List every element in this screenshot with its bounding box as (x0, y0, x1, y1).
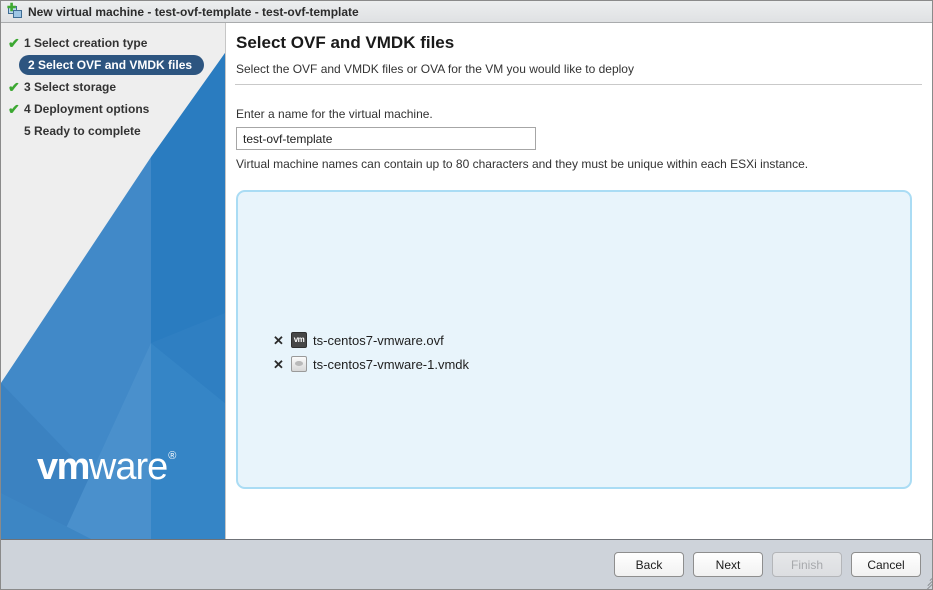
vmware-logo-ware: ware (88, 446, 168, 488)
cancel-button[interactable]: Cancel (851, 552, 921, 577)
dialog-footer: Back Next Finish Cancel (1, 539, 932, 589)
step-check-icon: ✔ (8, 101, 20, 117)
sidebar-step-label: 4 Deployment options (24, 102, 150, 116)
finish-button: Finish (772, 552, 842, 577)
sidebar-step-label: 5 Ready to complete (24, 124, 141, 138)
active-step-pill: 2 Select OVF and VMDK files (19, 55, 205, 75)
vm-name-input[interactable] (236, 127, 536, 150)
remove-file-icon[interactable]: ✕ (273, 358, 291, 371)
sidebar-step-5[interactable]: 5 Ready to complete (1, 120, 225, 142)
vmdk-disk-icon (291, 356, 307, 372)
vmware-logo: vm ware ® (37, 448, 176, 486)
page-subtitle: Select the OVF and VMDK files or OVA for… (236, 62, 634, 76)
registered-trademark-icon: ® (168, 450, 177, 462)
sidebar-step-4[interactable]: ✔ 4 Deployment options (1, 98, 225, 120)
sidebar-step-3[interactable]: ✔ 3 Select storage (1, 76, 225, 98)
new-vm-icon: ✚ (7, 3, 23, 19)
step-check-icon: ✔ (8, 35, 20, 51)
file-name: ts-centos7-vmware.ovf (313, 332, 444, 348)
back-button[interactable]: Back (614, 552, 684, 577)
step-check-icon: ✔ (8, 79, 20, 95)
header-divider (235, 84, 922, 85)
vm-name-hint: Virtual machine names can contain up to … (236, 157, 809, 171)
wizard-main-panel: Select OVF and VMDK files Select the OVF… (225, 23, 932, 539)
ovf-file-icon: vm (291, 332, 307, 348)
wizard-step-list: ✔ 1 Select creation type 2 Select OVF an… (1, 23, 225, 142)
list-item: ✕ vm ts-centos7-vmware.ovf (273, 328, 469, 352)
vmware-logo-vm: vm (37, 446, 90, 488)
window-title: New virtual machine - test-ovf-template … (28, 4, 359, 19)
new-virtual-machine-dialog: ✚ New virtual machine - test-ovf-templat… (0, 0, 933, 590)
list-item: ✕ ts-centos7-vmware-1.vmdk (273, 352, 469, 376)
page-title: Select OVF and VMDK files (236, 33, 455, 52)
file-name: ts-centos7-vmware-1.vmdk (313, 356, 470, 372)
sidebar-step-label: 3 Select storage (24, 80, 117, 94)
title-bar: ✚ New virtual machine - test-ovf-templat… (1, 1, 932, 23)
selected-file-list: ✕ vm ts-centos7-vmware.ovf ✕ ts-centos7-… (273, 328, 469, 376)
sidebar-step-label: 2 Select OVF and VMDK files (28, 58, 193, 72)
next-button[interactable]: Next (693, 552, 763, 577)
file-dropzone[interactable]: ✕ vm ts-centos7-vmware.ovf ✕ ts-centos7-… (236, 190, 912, 489)
sidebar-step-2[interactable]: 2 Select OVF and VMDK files (1, 54, 225, 76)
sidebar-step-label: 1 Select creation type (24, 36, 148, 50)
remove-file-icon[interactable]: ✕ (273, 334, 291, 347)
resize-grip[interactable] (920, 575, 932, 589)
sidebar-step-1[interactable]: ✔ 1 Select creation type (1, 32, 225, 54)
wizard-sidebar: ✔ 1 Select creation type 2 Select OVF an… (1, 23, 225, 539)
vm-name-label: Enter a name for the virtual machine. (236, 107, 433, 121)
